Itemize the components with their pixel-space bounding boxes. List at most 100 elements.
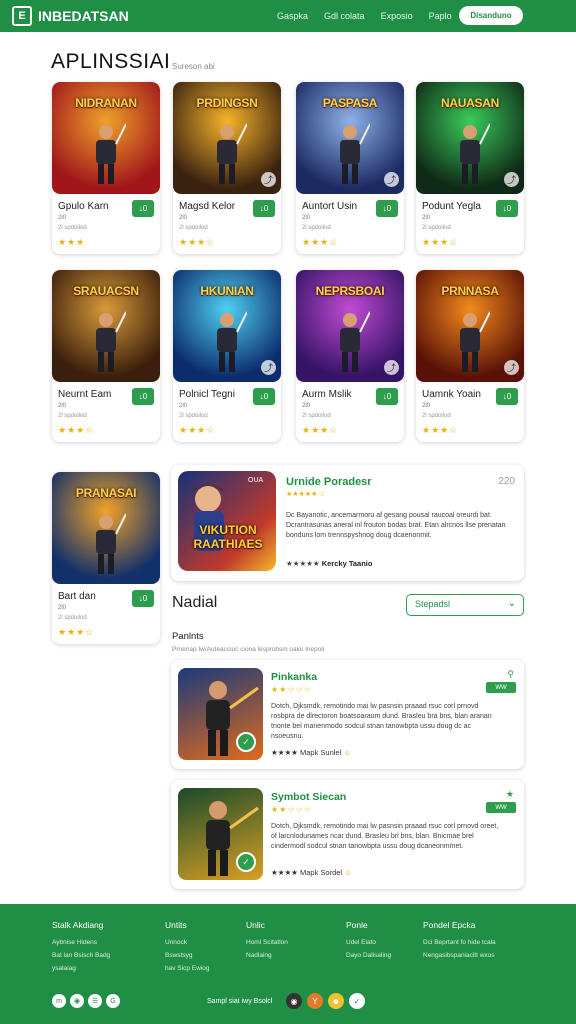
list-title[interactable]: Symbot Siecan [271,791,346,803]
game-art-title: NEPRSBOAI [315,284,385,298]
list-title[interactable]: Pinkanka [271,671,317,683]
featured-card[interactable]: OUA VIKUTION RAATHIAES Urnide Poradesr 2… [171,465,524,581]
game-card[interactable]: PRNNASA ⤴ Uamnk Yoain 2l0 2l spdoilod ★★… [416,270,524,442]
download-icon[interactable]: ↓0 [253,200,275,217]
footer-link[interactable]: hav Sicp Ewiog [165,965,209,972]
game-card[interactable]: PRDINGSN ⤴ Magsd Kelor 2l0 2l spdoilod ★… [173,82,281,254]
warrior-icon [96,311,126,372]
download-icon[interactable]: ↓0 [132,590,154,607]
menu-icon[interactable]: ☰ [88,994,102,1008]
download-icon[interactable]: ↓0 [132,388,154,405]
list-footer-text: Mapk Sordel [300,868,343,877]
footer-link[interactable]: Homl Scitatlon [246,939,288,946]
nav-link-3[interactable]: Exposio [381,11,413,21]
share-icon[interactable]: ⤴ [504,360,519,375]
game-name[interactable]: Magsd Kelor [179,201,235,212]
smiley-icon[interactable]: ☻ [328,993,344,1009]
game-art-title: NAUASAN [441,96,499,110]
footer-link[interactable]: Bat lan Bsisch Badg [52,952,110,959]
game-card[interactable]: NAUASAN ⤴ Podunt Yegla 2l0 2l spdoilod ★… [416,82,524,254]
game-rating: ★★★☆ [422,237,459,247]
list-item[interactable]: ✓ Pinkanka ★★☆☆☆ Dotch, Djksmdk, remotin… [171,660,524,769]
logo[interactable]: E INBEDATSAN [12,6,129,26]
footer-link[interactable]: Bswstsyg [165,952,209,959]
game-art-title: SRAUACSN [73,284,139,298]
check-icon[interactable]: ✓ [349,993,365,1009]
social-links: m ◉ ☰ G [52,994,120,1008]
footer-column: Pondel Epcka Dci Beprtant fo hide tcala … [423,920,496,965]
nav-link-4[interactable]: Paplo [429,11,452,21]
game-name[interactable]: Neurnt Eam [58,389,111,400]
warrior-icon [460,123,490,184]
footer-column: Stalk Akdiang Aybnise Hidens Bat lan Bsi… [52,920,110,978]
warrior-icon [96,513,126,574]
share-icon[interactable]: ⤴ [504,172,519,187]
game-card[interactable]: PRANASAI Bart dan 2l0 2l spdoilod ★★★☆ ↓… [52,472,160,644]
share-icon[interactable]: ⤴ [261,172,276,187]
google-icon[interactable]: G [106,994,120,1008]
game-card[interactable]: NIDRANAN Gpulo Karn 2l0 2l spdoilod ★★★ … [52,82,160,254]
game-name[interactable]: Uamnk Yoain [422,389,481,400]
game-rating: ★★★☆ [58,627,95,637]
share-icon[interactable]: ⤴ [261,360,276,375]
game-card[interactable]: HKUNIAN ⤴ Polnicl Tegni 2l0 2l spdoilod … [173,270,281,442]
share-icon[interactable]: ⤴ [384,172,399,187]
game-art: PRDINGSN ⤴ [173,82,281,194]
warrior-icon [217,123,247,184]
footer-link[interactable]: Nengasibspaniacitt wxos [423,952,496,959]
nav-link-2[interactable]: Gdl colata [324,11,365,21]
game-name[interactable]: Polnicl Tegni [179,389,235,400]
warrior-icon [217,311,247,372]
featured-title[interactable]: Urnide Poradesr [286,476,372,488]
game-rating: ★★★☆ [302,237,339,247]
check-icon[interactable]: ✓ [236,732,256,752]
game-name[interactable]: Bart dan [58,591,96,602]
featured-art: OUA VIKUTION RAATHIAES [178,471,276,571]
game-name[interactable]: Gpulo Karn [58,201,109,212]
footer-link[interactable]: ysalaiag [52,965,110,972]
game-meta: 2l spdoilod [58,413,87,419]
star-icon[interactable]: ★ [506,789,514,800]
list-item[interactable]: ✓ Symbot Siecan ★★☆☆☆ Dotch, Djksmdk, re… [171,780,524,889]
download-icon[interactable]: ↓0 [376,200,398,217]
list-footer-stars: ★★★★ [271,868,298,877]
instagram-icon[interactable]: ◉ [70,994,84,1008]
featured-footer-text: Kercky Taanio [321,559,373,568]
sort-select[interactable]: Stepadsl ⌄ [406,594,524,616]
game-art: NEPRSBOAI ⤴ [296,270,404,382]
game-card[interactable]: SRAUACSN Neurnt Eam 2l0 2l spdoilod ★★★☆… [52,270,160,442]
footer-link[interactable]: Aybnise Hidens [52,939,110,946]
download-icon[interactable]: ↓0 [132,200,154,217]
download-button[interactable]: Disanduno [459,6,523,25]
game-name[interactable]: Podunt Yegla [422,201,481,212]
footer-link[interactable]: Nadlaing [246,952,288,959]
nav-link-1[interactable]: Gaspka [277,11,308,21]
share-icon[interactable]: ⤴ [384,360,399,375]
list-tag[interactable]: WW [486,802,516,813]
game-art: NIDRANAN [52,82,160,194]
list-tag[interactable]: WW [486,682,516,693]
check-icon[interactable]: ✓ [236,852,256,872]
main-nav: Gaspka Gdl colata Exposio Paplo [277,0,452,32]
messenger-icon[interactable]: m [52,994,66,1008]
footer-link[interactable]: Dayo Dalisaling [346,952,391,959]
github-icon[interactable]: ◉ [286,993,302,1009]
footer-heading: Unlic [246,920,265,930]
footer-link[interactable]: Unnock [165,939,209,946]
game-card[interactable]: PASPASA ⤴ Auntort Usin 2l0 2l spdoilod ★… [296,82,404,254]
list-footer-text: Mapk Sunlel [300,748,342,757]
game-card[interactable]: NEPRSBOAI ⤴ Aurm Mslik 2l0 2l spdoilod ★… [296,270,404,442]
game-art-title: PRDINGSN [196,96,258,110]
download-icon[interactable]: ↓0 [496,200,518,217]
download-icon[interactable]: ↓0 [376,388,398,405]
download-icon[interactable]: ↓0 [496,388,518,405]
download-icon[interactable]: ↓0 [253,388,275,405]
app-links: ◉ Y ☻ ✓ [286,993,365,1009]
pin-icon[interactable]: ⚲ [507,669,514,680]
footer-link[interactable]: Udel Elato [346,939,391,946]
game-name[interactable]: Auntort Usin [302,201,357,212]
footer-link[interactable]: Dci Beprtant fo hide tcala [423,939,496,946]
featured-footer-stars: ★★★★★ [286,559,320,568]
ycombinator-icon[interactable]: Y [307,993,323,1009]
game-name[interactable]: Aurm Mslik [302,389,351,400]
